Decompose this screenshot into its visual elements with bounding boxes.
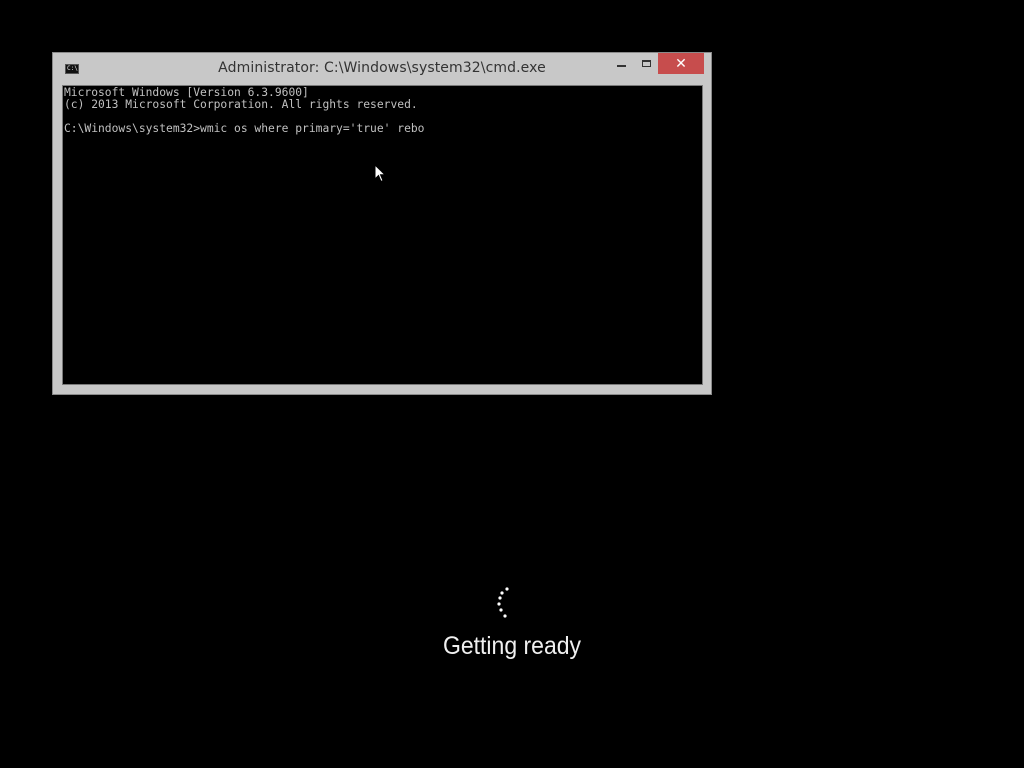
mouse-cursor-icon — [374, 164, 386, 183]
close-button[interactable]: ✕ — [658, 53, 704, 74]
title-bar[interactable]: C:\ Administrator: C:\Windows\system32\c… — [53, 53, 711, 85]
minimize-button[interactable] — [608, 53, 634, 74]
loading-spinner-icon — [497, 587, 509, 618]
command-prompt-line[interactable]: C:\Windows\system32>wmic os where primar… — [64, 123, 702, 135]
maximize-icon — [641, 60, 651, 67]
maximize-button[interactable] — [634, 53, 658, 74]
status-message: Getting ready — [442, 632, 582, 660]
close-icon: ✕ — [675, 55, 687, 72]
console-line: (c) 2013 Microsoft Corporation. All righ… — [64, 98, 418, 111]
minimize-icon — [616, 64, 626, 67]
console-output[interactable]: Microsoft Windows [Version 6.3.9600] (c)… — [62, 85, 703, 385]
cmd-window[interactable]: C:\ Administrator: C:\Windows\system32\c… — [52, 52, 712, 395]
